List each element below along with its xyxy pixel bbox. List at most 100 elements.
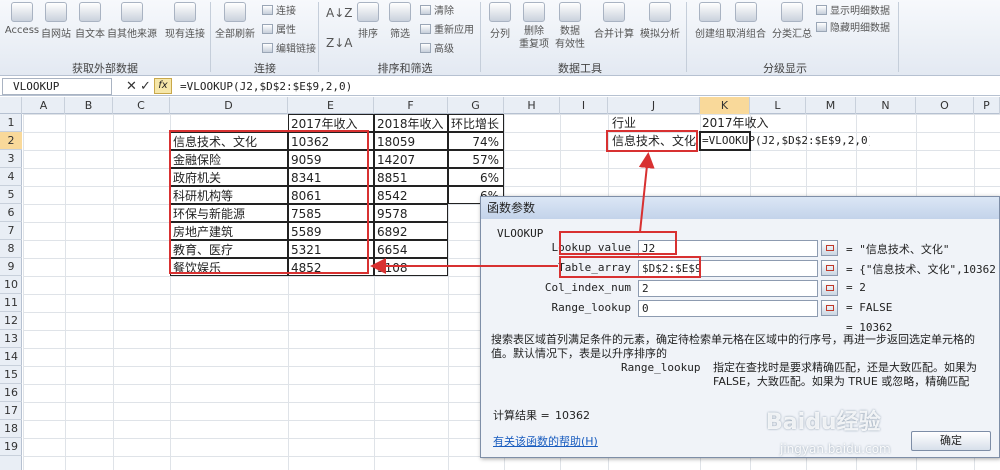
existing-connections-button[interactable]: 现有连接 <box>162 2 208 40</box>
cell-f4[interactable]: 8851 <box>374 168 448 186</box>
row-header[interactable]: 6 <box>0 204 22 222</box>
row-header[interactable]: 18 <box>0 420 22 438</box>
cell-f7[interactable]: 6892 <box>374 222 448 240</box>
column-header-n[interactable]: N <box>856 97 916 114</box>
web-icon <box>45 2 67 22</box>
ungroup-button[interactable]: 取消组合 <box>722 2 770 40</box>
connections-icon <box>174 2 196 22</box>
cell-f3[interactable]: 14207 <box>374 150 448 168</box>
cell-f1[interactable]: 2018年收入 <box>374 114 448 132</box>
column-header-k[interactable]: K <box>700 97 750 114</box>
column-header-j[interactable]: J <box>608 97 700 114</box>
what-if-button[interactable]: 模拟分析 <box>636 2 684 40</box>
column-header-h[interactable]: H <box>504 97 560 114</box>
cell-f5[interactable]: 8542 <box>374 186 448 204</box>
column-header-m[interactable]: M <box>806 97 856 114</box>
cancel-icon[interactable]: ✕ <box>126 78 137 95</box>
insert-function-icon[interactable]: fx <box>154 78 172 94</box>
column-header-e[interactable]: E <box>288 97 374 114</box>
cell-f6[interactable]: 9578 <box>374 204 448 222</box>
column-header-c[interactable]: C <box>113 97 170 114</box>
col-index-input[interactable]: 2 <box>638 280 818 297</box>
cell-g1[interactable]: 环比增长 <box>448 114 504 132</box>
enter-icon[interactable]: ✓ <box>140 78 151 95</box>
column-header-p[interactable]: P <box>974 97 1000 114</box>
show-detail-icon <box>816 5 827 15</box>
row-header[interactable]: 4 <box>0 168 22 186</box>
column-header-b[interactable]: B <box>65 97 113 114</box>
arg-label-col-index: Col_index_num <box>544 281 631 294</box>
row-header[interactable]: 12 <box>0 312 22 330</box>
properties-button[interactable]: 属性 <box>262 21 296 36</box>
consolidate-button[interactable]: 合并计算 <box>590 2 638 40</box>
range-lookup-input[interactable]: 0 <box>638 300 818 317</box>
filter-button[interactable]: 筛选 <box>378 2 422 40</box>
column-header-l[interactable]: L <box>750 97 806 114</box>
range-picker-icon[interactable] <box>821 240 838 256</box>
row-header[interactable]: 15 <box>0 366 22 384</box>
hide-detail-icon <box>816 22 827 32</box>
row-header[interactable]: 1 <box>0 114 22 132</box>
row-header[interactable]: 2 <box>0 132 22 150</box>
from-other-button[interactable]: 自其他来源 <box>104 2 160 40</box>
ribbon-separator <box>210 2 211 72</box>
active-cell-cursor <box>699 131 751 151</box>
row-header[interactable]: 9 <box>0 258 22 276</box>
validation-icon <box>559 2 581 22</box>
subtotal-button[interactable]: 分类汇总 <box>770 2 814 40</box>
remove-duplicates-icon <box>523 2 545 22</box>
advanced-filter-button[interactable]: 高级 <box>420 40 454 55</box>
edit-links-button[interactable]: 编辑链接 <box>262 40 316 55</box>
hide-detail-button[interactable]: 隐藏明细数据 <box>816 19 890 34</box>
name-box[interactable]: VLOOKUP <box>2 78 112 95</box>
column-header-f[interactable]: F <box>374 97 448 114</box>
row-header[interactable]: 7 <box>0 222 22 240</box>
row-header[interactable]: 3 <box>0 150 22 168</box>
row-header[interactable]: 13 <box>0 330 22 348</box>
range-picker-icon[interactable] <box>821 260 838 276</box>
refresh-all-button[interactable]: 全部刷新 <box>212 2 258 40</box>
refresh-icon <box>224 2 246 22</box>
ok-button[interactable]: 确定 <box>911 431 991 451</box>
ungroup-icon <box>735 2 757 22</box>
grid-line <box>113 114 114 470</box>
row-header[interactable]: 14 <box>0 348 22 366</box>
data-validation-button[interactable]: 数据 有效性 <box>548 2 592 51</box>
function-name: VLOOKUP <box>497 227 544 240</box>
row-header[interactable]: 11 <box>0 294 22 312</box>
cell-g2[interactable]: 74% <box>448 132 504 150</box>
cell-f8[interactable]: 6654 <box>374 240 448 258</box>
column-header-d[interactable]: D <box>170 97 288 114</box>
row-header[interactable]: 16 <box>0 384 22 402</box>
clear-filter-button[interactable]: 清除 <box>420 2 454 17</box>
arg-result: = "信息技术、文化" <box>846 243 950 256</box>
row-header[interactable]: 5 <box>0 186 22 204</box>
row-header[interactable]: 10 <box>0 276 22 294</box>
range-picker-icon[interactable] <box>821 300 838 316</box>
arg-help-text: 指定在查找时是要求精确匹配，还是大致匹配。如果为 FALSE，大致匹配。如果为 … <box>713 361 977 388</box>
calc-result-value: 10362 <box>555 409 590 422</box>
row-headers: 1 2 3 4 5 6 7 8 9 10 11 12 13 14 15 16 1… <box>0 114 22 470</box>
formula-input[interactable]: =VLOOKUP(J2,$D$2:$E$9,2,0) <box>180 78 998 95</box>
lookup-value-highlight <box>559 231 677 255</box>
connections-small-button[interactable]: 连接 <box>262 2 296 17</box>
column-header-o[interactable]: O <box>916 97 974 114</box>
cell-g4[interactable]: 6% <box>448 168 504 186</box>
row-header[interactable]: 17 <box>0 402 22 420</box>
show-detail-button[interactable]: 显示明细数据 <box>816 2 890 17</box>
select-all-corner[interactable] <box>0 97 22 114</box>
arg-result: = 2 <box>846 281 866 294</box>
range-picker-icon[interactable] <box>821 280 838 296</box>
row-header[interactable]: 8 <box>0 240 22 258</box>
reapply-button[interactable]: 重新应用 <box>420 21 474 36</box>
column-header-g[interactable]: G <box>448 97 504 114</box>
column-header-a[interactable]: A <box>23 97 65 114</box>
function-help-link[interactable]: 有关该函数的帮助(H) <box>493 433 598 449</box>
cell-f9[interactable]: 5108 <box>374 258 448 276</box>
column-header-i[interactable]: I <box>560 97 608 114</box>
cell-k1[interactable]: 2017年收入 <box>700 114 806 132</box>
row-header[interactable]: 19 <box>0 438 22 456</box>
arg-result: = {"信息技术、文化",10362;"金 <box>846 263 996 276</box>
cell-g3[interactable]: 57% <box>448 150 504 168</box>
cell-f2[interactable]: 18059 <box>374 132 448 150</box>
